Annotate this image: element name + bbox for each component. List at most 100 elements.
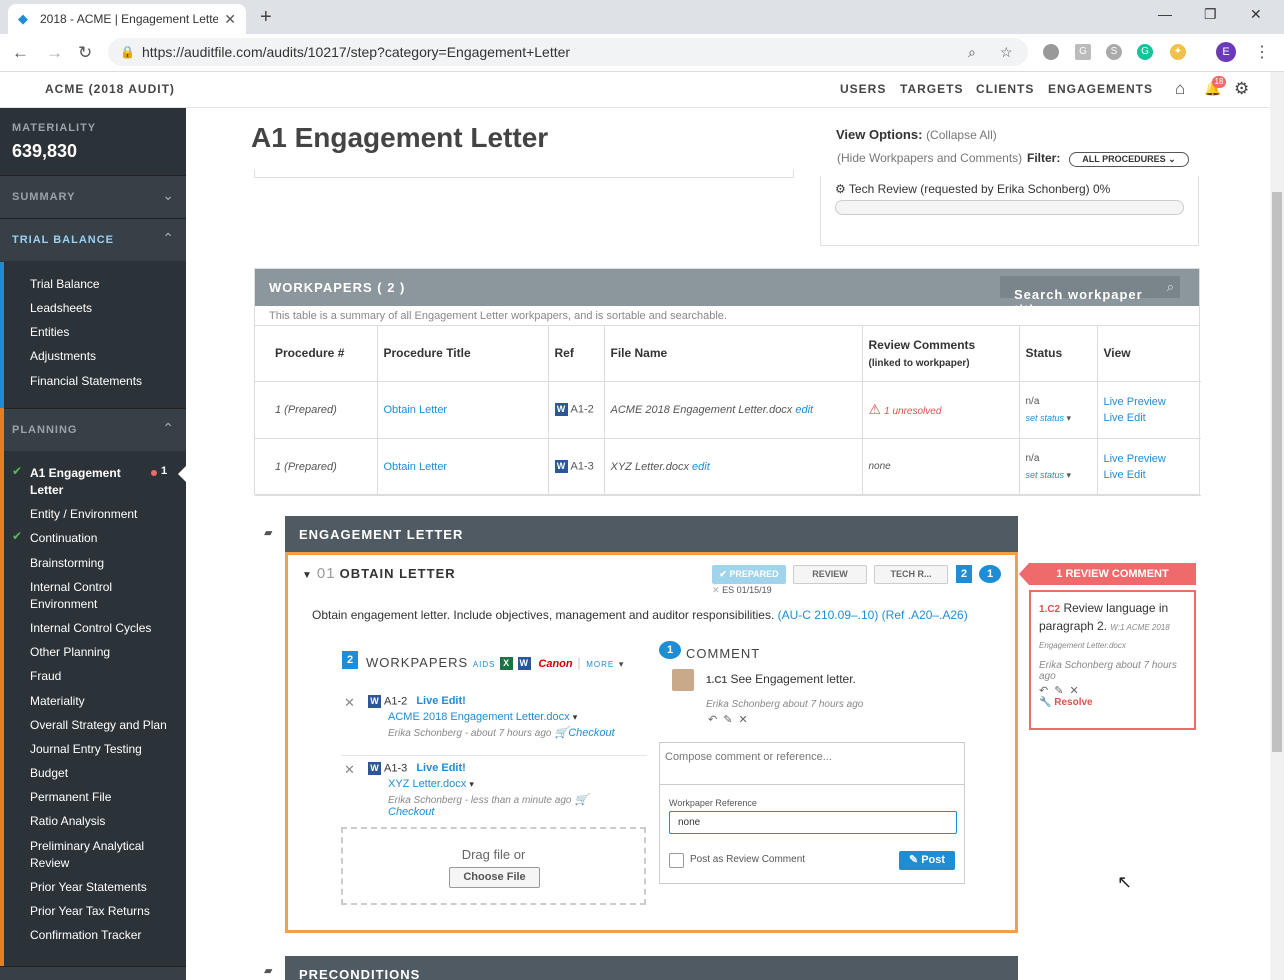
extension-icon[interactable] [1043,44,1059,60]
scrollbar-thumb[interactable] [1272,192,1282,752]
workpaper-count-badge[interactable]: 2 [956,565,972,583]
comment-count-badge[interactable]: 1 [979,565,1001,583]
sidebar-item-prior-year-tax-returns[interactable]: Prior Year Tax Returns [30,903,180,920]
edit-link[interactable]: edit [692,461,710,473]
sidebar-item-preliminary-analytical-review[interactable]: Preliminary Analytical Review [30,838,150,872]
wp-file-link[interactable]: ACME 2018 Engagement Letter.docx [388,711,570,723]
remove-workpaper-icon[interactable]: ✕ [344,762,355,778]
tech-review-button[interactable]: TECH R... [874,565,948,584]
live-preview-link[interactable]: Live Preview [1104,453,1202,465]
sidebar-item-internal-control-cycles[interactable]: Internal Control Cycles [30,620,180,637]
procedure-title-link[interactable]: Obtain Letter [384,404,448,416]
live-edit-link[interactable]: Live Edit! [416,762,466,774]
comments-toggle-icon[interactable]: ▰ [264,964,272,977]
nav-clients[interactable]: CLIENTS [976,82,1034,96]
zoom-icon[interactable]: ⌕ [968,38,976,66]
forward-icon[interactable]: → [46,43,63,63]
maximize-icon[interactable]: ❐ [1204,6,1217,23]
url-field[interactable]: 🔒 https://auditfile.com/audits/10217/ste… [108,38,1028,66]
sidebar-item-confirmation-tracker[interactable]: Confirmation Tracker [30,927,180,944]
post-button[interactable]: ✎ Post [899,851,955,870]
review-comment-header[interactable]: 1 REVIEW COMMENT [1029,563,1196,585]
filter-select[interactable]: ALL PROCEDURES ⌄ [1069,152,1189,167]
sidebar-item-leadsheets[interactable]: Leadsheets [30,300,180,317]
nav-engagements[interactable]: ENGAGEMENTS [1048,82,1153,96]
skype-icon[interactable]: S [1106,44,1122,60]
compose-textarea[interactable]: Compose comment or reference... [660,743,964,785]
sidebar-section-summary[interactable]: SUMMARY ⌄ [0,175,186,218]
close-tab-icon[interactable]: ✕ [224,11,236,28]
set-status-link[interactable]: set status [1026,413,1065,423]
delete-icon[interactable]: ✕ [1069,685,1084,697]
review-button[interactable]: REVIEW [793,565,867,584]
back-icon[interactable]: ← [12,43,29,63]
sidebar-item-journal-entry-testing[interactable]: Journal Entry Testing [30,741,180,758]
caret-down-icon[interactable]: ▾ [469,779,474,789]
sidebar-item-continuation[interactable]: Continuation [30,530,180,547]
choose-file-button[interactable]: Choose File [449,867,540,888]
live-preview-link[interactable]: Live Preview [1104,396,1202,408]
minimize-icon[interactable]: — [1158,6,1172,22]
sidebar-item-adjustments[interactable]: Adjustments [30,348,180,365]
excel-icon[interactable]: X [500,657,514,671]
col-ref[interactable]: Ref [548,326,605,382]
workpaper-reference-input[interactable]: none [669,811,957,834]
aids-link[interactable]: AIDS [473,660,496,669]
sidebar-item-budget[interactable]: Budget [30,765,180,782]
sidebar-section-trial-balance[interactable]: TRIAL BALANCE ⌃ [0,218,186,261]
sidebar-item-prior-year-statements[interactable]: Prior Year Statements [30,879,180,896]
set-status-link[interactable]: set status [1026,470,1065,480]
hide-workpapers-link[interactable]: (Hide Workpapers and Comments) [837,151,1022,165]
sidebar-item-financial-statements[interactable]: Financial Statements [30,373,180,390]
profile-avatar[interactable]: E [1216,42,1236,62]
grammarly-icon[interactable]: G [1137,44,1153,60]
sidebar-item-trial-balance[interactable]: Trial Balance [30,276,180,293]
sidebar-item-entity-environment[interactable]: Entity / Environment [30,506,180,523]
extension-puzzle-icon[interactable]: ✦ [1170,44,1186,60]
checkout-link[interactable]: 🛒Checkout [555,727,615,739]
resolve-link[interactable]: 🔧 Resolve [1039,697,1186,708]
preconditions-section-header[interactable]: PRECONDITIONS [285,956,1018,980]
home-icon[interactable]: ⌂ [1175,79,1185,99]
comments-toggle-icon[interactable]: ▰ [264,526,272,539]
procedure-title-link[interactable]: Obtain Letter [384,461,448,473]
col-file-name[interactable]: File Name [604,326,863,382]
col-view[interactable]: View [1097,326,1201,382]
engagement-letter-section-header[interactable]: ENGAGEMENT LETTER [285,516,1018,552]
sidebar-item-overall-strategy[interactable]: Overall Strategy and Plan [30,717,180,734]
close-window-icon[interactable]: ✕ [1250,6,1262,23]
edit-pencil-icon[interactable]: ✎ [1054,685,1069,697]
procedure-title[interactable]: ▼ 01 OBTAIN LETTER [302,565,456,582]
standards-refs-link[interactable]: (AU-C 210.09–.10) (Ref .A20–.A26) [778,608,968,622]
audit-name[interactable]: ACME (2018 AUDIT) [45,82,175,96]
settings-gear-icon[interactable]: ⚙ [1234,79,1249,99]
live-edit-link[interactable]: Live Edit [1104,412,1202,424]
sidebar-item-materiality[interactable]: Materiality [30,693,180,710]
remove-workpaper-icon[interactable]: ✕ [344,695,355,711]
unresolved-link[interactable]: 1 unresolved [884,406,941,417]
remove-signoff-icon[interactable]: ✕ [712,585,720,595]
canon-scan-link[interactable]: Canon [538,658,572,670]
browser-tab[interactable]: ◆ 2018 - ACME | Engagement Lette ✕ [8,4,246,34]
grammarly-g-icon[interactable]: G [1075,44,1091,60]
caret-down-icon[interactable]: ▾ [573,712,578,722]
edit-link[interactable]: edit [795,404,813,416]
reload-icon[interactable]: ↻ [78,43,92,63]
prepared-button[interactable]: ✔ PREPARED [712,565,786,584]
sidebar-item-ratio-analysis[interactable]: Ratio Analysis [30,813,180,830]
sidebar-section-next[interactable] [0,966,186,980]
sidebar-section-planning[interactable]: PLANNING ⌃ [0,408,186,451]
live-edit-link[interactable]: Live Edit [1104,469,1202,481]
nav-targets[interactable]: TARGETS [900,82,963,96]
new-tab-icon[interactable]: + [260,6,272,29]
nav-users[interactable]: USERS [840,82,886,96]
workpaper-search-input[interactable]: Search workpaper titles ⌕ [1000,276,1180,317]
search-icon[interactable]: ⌕ [1167,279,1174,295]
sidebar-item-permanent-file[interactable]: Permanent File [30,789,180,806]
post-as-review-checkbox[interactable] [669,853,684,868]
reply-icon[interactable]: ↶ [708,714,723,726]
sidebar-item-fraud[interactable]: Fraud [30,668,180,685]
collapse-all-link[interactable]: (Collapse All) [926,128,997,142]
col-review-comments[interactable]: Review Comments (linked to workpaper) [862,326,1020,382]
sidebar-item-internal-control-environment[interactable]: Internal Control Environment [30,579,130,613]
